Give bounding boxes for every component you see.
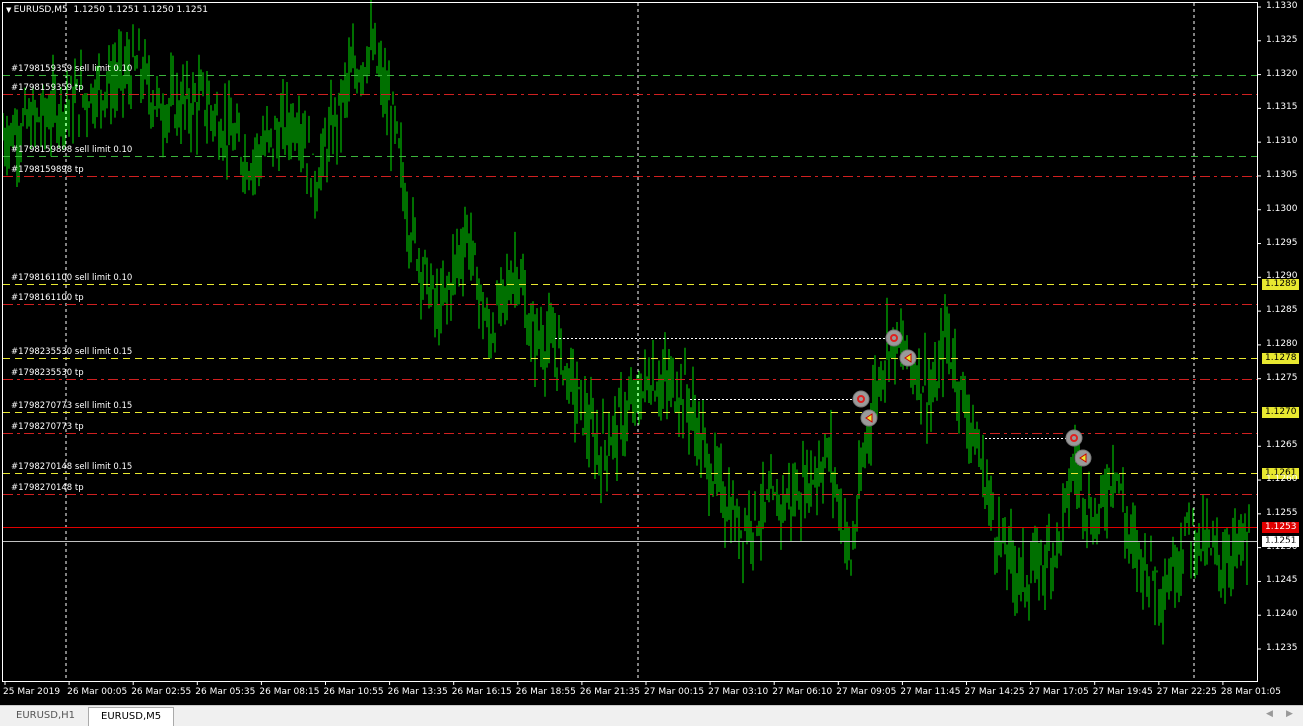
time-label: 26 Mar 13:35 — [387, 687, 448, 697]
price-label: 1.1260 — [1266, 474, 1298, 485]
take-profit-label[interactable]: #1798159359 tp — [11, 83, 84, 93]
time-label: 26 Mar 05:35 — [195, 687, 256, 697]
order-price-tag: 1.1270 — [1262, 406, 1299, 418]
sell-limit-label[interactable]: #1798270148 sell limit 0.15 — [11, 462, 132, 472]
price-label: 1.1320 — [1266, 68, 1298, 79]
price-label: 1.1240 — [1266, 609, 1298, 620]
time-label: 28 Mar 01:05 — [1220, 687, 1281, 697]
tab-eurusd-m5[interactable]: EURUSD,M5 — [88, 707, 175, 726]
time-label: 27 Mar 22:25 — [1156, 687, 1217, 697]
time-label: 26 Mar 18:55 — [515, 687, 576, 697]
price-label: 1.1290 — [1266, 271, 1298, 282]
ohlc-values: 1.1250 1.1251 1.1250 1.1251 — [73, 5, 209, 15]
tab-eurusd-h1[interactable]: EURUSD,H1 — [4, 707, 87, 725]
time-label: 27 Mar 06:10 — [772, 687, 833, 697]
time-label: 26 Mar 02:55 — [131, 687, 192, 697]
time-label: 26 Mar 21:35 — [579, 687, 640, 697]
time-label: 27 Mar 03:10 — [708, 687, 769, 697]
triangle-down-icon[interactable]: ▼ — [6, 6, 14, 14]
price-label: 1.1325 — [1266, 34, 1298, 45]
scroll-left-icon[interactable]: ◀ — [1266, 709, 1273, 719]
price-label: 1.1265 — [1266, 440, 1298, 451]
take-profit-label[interactable]: #1798270773 tp — [11, 422, 84, 432]
sell-limit-label[interactable]: #1798235530 sell limit 0.15 — [11, 347, 132, 357]
price-label: 1.1245 — [1266, 575, 1298, 586]
ask-price-tag: 1.1253 — [1262, 521, 1299, 533]
price-chart[interactable]: ▼ EURUSD,M5 1.1250 1.1251 1.1250 1.1251 … — [0, 0, 1303, 703]
time-label: 26 Mar 16:15 — [451, 687, 512, 697]
sell-limit-label[interactable]: #1798270773 sell limit 0.15 — [11, 401, 132, 411]
take-profit-label[interactable]: #1798161100 tp — [11, 293, 84, 303]
take-profit-label[interactable]: #1798235530 tp — [11, 368, 84, 378]
time-label: 27 Mar 00:15 — [644, 687, 705, 697]
time-label: 27 Mar 11:45 — [900, 687, 961, 697]
price-label: 1.1250 — [1266, 541, 1298, 552]
price-label: 1.1310 — [1266, 136, 1298, 147]
sell-limit-label[interactable]: #1798159359 sell limit 0.10 — [11, 64, 132, 74]
time-label: 26 Mar 08:15 — [259, 687, 320, 697]
time-label: 26 Mar 00:05 — [67, 687, 128, 697]
time-label: 27 Mar 19:45 — [1092, 687, 1153, 697]
price-label: 1.1300 — [1266, 203, 1298, 214]
price-label: 1.1330 — [1266, 1, 1298, 11]
symbol-label: EURUSD,M5 — [13, 5, 68, 15]
chart-tabs: EURUSD,H1 EURUSD,M5 ◀ ▶ — [0, 705, 1303, 726]
plot-area — [2, 2, 1258, 682]
price-label: 1.1280 — [1266, 338, 1298, 349]
price-label: 1.1315 — [1266, 102, 1298, 113]
price-label: 1.1235 — [1266, 643, 1298, 653]
time-label: 27 Mar 17:05 — [1028, 687, 1089, 697]
time-label: 25 Mar 2019 — [3, 687, 61, 697]
price-label: 1.1285 — [1266, 305, 1298, 316]
price-label: 1.1255 — [1266, 507, 1298, 518]
sell-limit-label[interactable]: #1798159898 sell limit 0.10 — [11, 145, 132, 155]
time-label: 27 Mar 14:25 — [964, 687, 1025, 697]
sell-limit-label[interactable]: #1798161100 sell limit 0.10 — [11, 273, 132, 283]
price-label: 1.1295 — [1266, 237, 1298, 248]
order-price-tag: 1.1278 — [1262, 352, 1299, 364]
time-label: 27 Mar 09:05 — [836, 687, 897, 697]
take-profit-label[interactable]: #1798270148 tp — [11, 483, 84, 493]
chart-title: ▼ EURUSD,M5 1.1250 1.1251 1.1250 1.1251 — [6, 5, 208, 15]
price-label: 1.1275 — [1266, 372, 1298, 383]
time-label: 26 Mar 10:55 — [323, 687, 384, 697]
take-profit-label[interactable]: #1798159898 tp — [11, 165, 84, 175]
scroll-right-icon[interactable]: ▶ — [1286, 709, 1293, 719]
price-label: 1.1305 — [1266, 169, 1298, 180]
